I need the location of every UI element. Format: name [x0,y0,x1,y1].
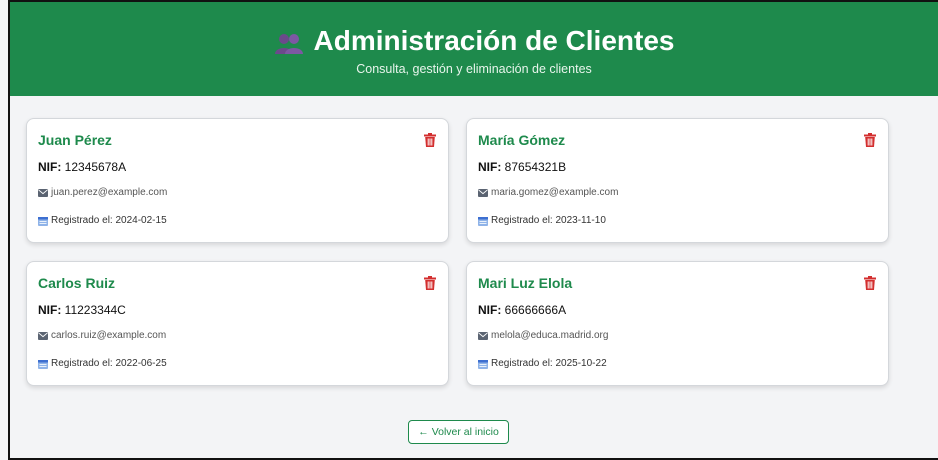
app-frame: Administración de Clientes Consulta, ges… [8,0,938,460]
trash-icon[interactable] [424,276,436,290]
calendar-icon [478,360,488,369]
trash-icon[interactable] [864,133,876,147]
client-nif: NIF: 11223344C [38,303,126,317]
envelope-icon [478,189,488,197]
client-grid: Juan Pérez NIF: 12345678A juan.perez@exa… [26,118,889,386]
page-header: Administración de Clientes Consulta, ges… [10,2,938,96]
page-subtitle: Consulta, gestión y eliminación de clien… [356,62,592,76]
client-card: María Gómez NIF: 87654321B maria.gomez@e… [466,118,889,243]
envelope-icon [38,189,48,197]
client-email: juan.perez@example.com [38,187,436,199]
client-card: Juan Pérez NIF: 12345678A juan.perez@exa… [26,118,449,243]
client-email: melola@educa.madrid.org [478,330,876,342]
calendar-icon [478,217,488,226]
trash-icon[interactable] [864,276,876,290]
client-name: Juan Pérez [38,132,112,148]
client-nif: NIF: 87654321B [478,160,567,174]
client-registered: Registrado el: 2023-11-10 [478,215,876,227]
trash-icon[interactable] [424,133,436,147]
client-card: Carlos Ruiz NIF: 11223344C carlos.ruiz@e… [26,261,449,386]
client-registered: Registrado el: 2024-02-15 [38,215,436,227]
client-card: Mari Luz Elola NIF: 66666666A melola@edu… [466,261,889,386]
client-email: carlos.ruiz@example.com [38,330,436,342]
arrow-left-icon: ← [418,426,429,438]
client-registered: Registrado el: 2025-10-22 [478,358,876,370]
client-registered: Registrado el: 2022-06-25 [38,358,436,370]
people-icon [274,33,304,55]
client-nif: NIF: 12345678A [38,160,127,174]
client-name: María Gómez [478,132,566,148]
calendar-icon [38,217,48,226]
calendar-icon [38,360,48,369]
client-email: maria.gomez@example.com [478,187,876,199]
page-title: Administración de Clientes [313,25,675,56]
client-name: Carlos Ruiz [38,275,116,291]
back-home-label: Volver al inicio [431,426,499,438]
envelope-icon [478,332,488,340]
client-nif: NIF: 66666666A [478,303,567,317]
back-home-button[interactable]: ← Volver al inicio [408,420,509,444]
envelope-icon [38,332,48,340]
client-name: Mari Luz Elola [478,275,573,291]
